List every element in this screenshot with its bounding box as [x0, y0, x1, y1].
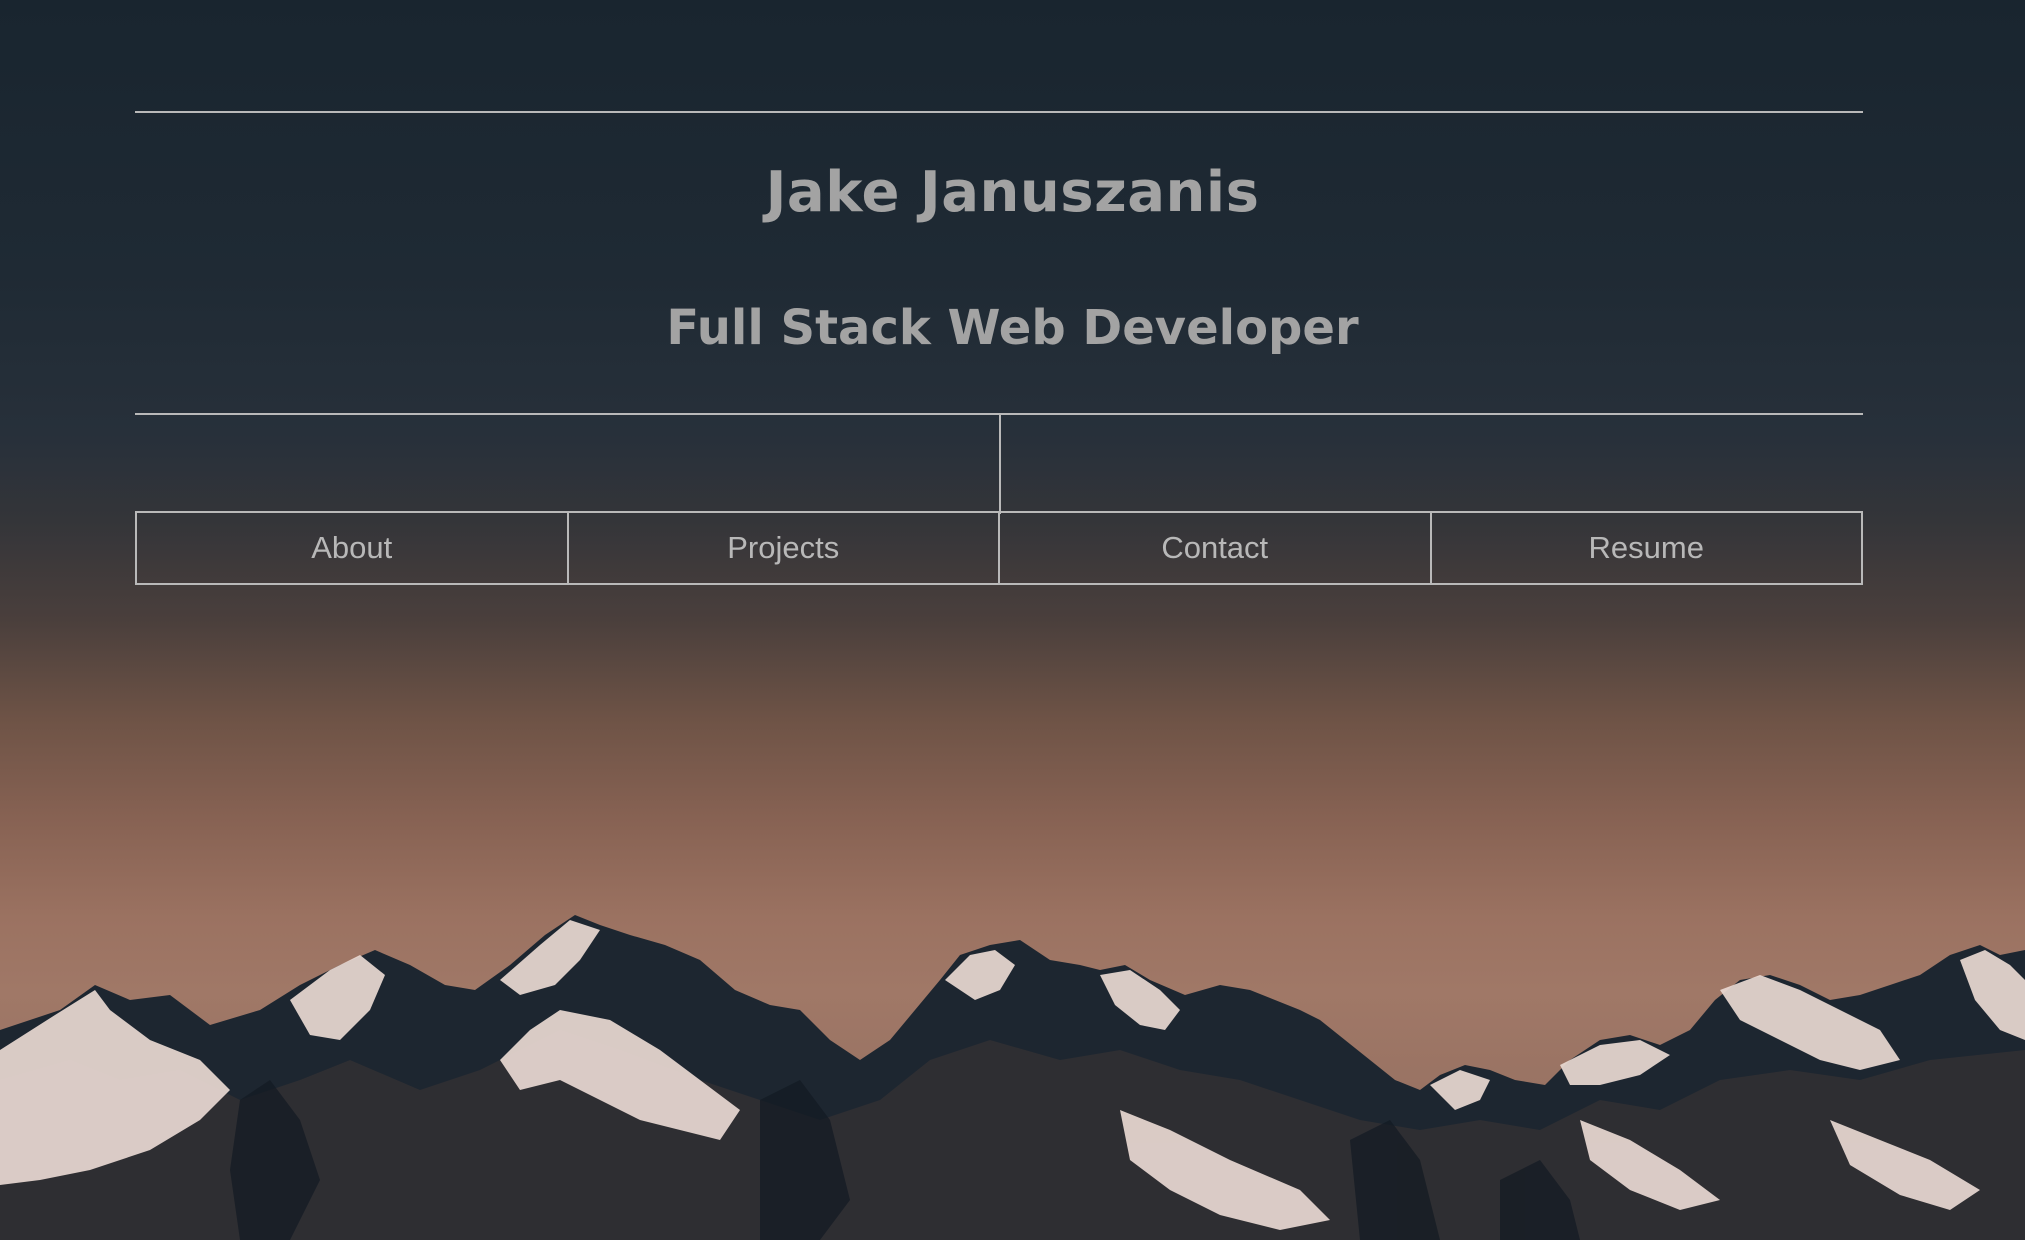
nav-projects-link[interactable]: Projects — [566, 513, 999, 583]
page-subtitle-role: Full Stack Web Developer — [666, 300, 1359, 356]
main-nav: About Projects Contact Resume — [135, 511, 1863, 585]
page-title-name: Jake Januszanis — [765, 160, 1260, 225]
nav-resume-link[interactable]: Resume — [1429, 513, 1862, 583]
top-divider — [135, 111, 1863, 113]
center-vertical-divider — [999, 415, 1001, 514]
nav-contact-link[interactable]: Contact — [998, 513, 1430, 583]
nav-about-link[interactable]: About — [137, 513, 567, 583]
